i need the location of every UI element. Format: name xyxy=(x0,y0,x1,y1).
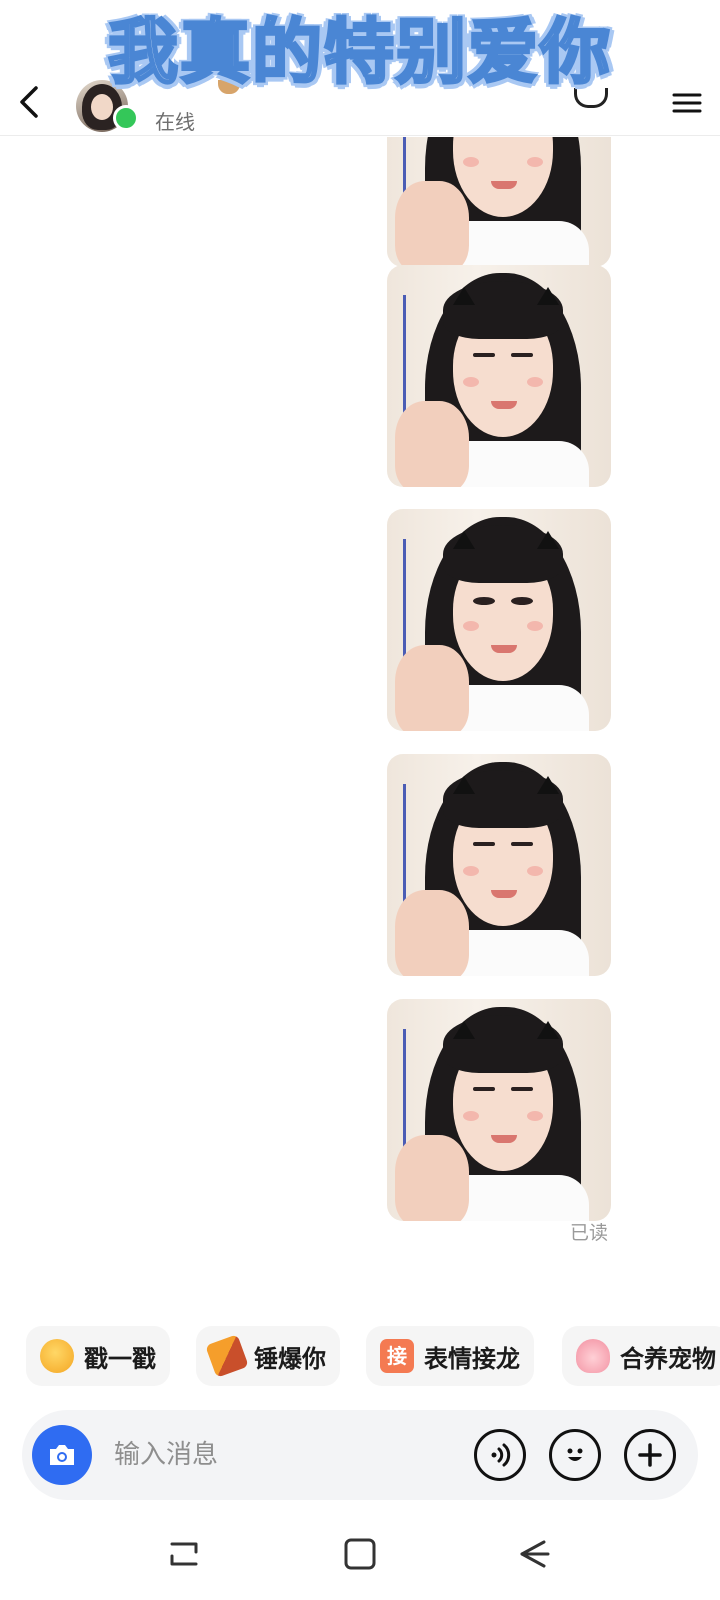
sticker-message[interactable] xyxy=(387,265,611,487)
smiley-icon xyxy=(567,1448,583,1461)
quick-action-pet[interactable]: 合养宠物 xyxy=(562,1326,720,1386)
camera-button[interactable] xyxy=(32,1425,92,1485)
sticker-message[interactable] xyxy=(387,999,611,1221)
online-status-text: 在线 xyxy=(155,110,195,134)
quick-action-poke[interactable]: 戳一戳 xyxy=(26,1326,170,1386)
recent-apps-icon[interactable] xyxy=(160,1530,208,1578)
quick-action-label: 锤爆你 xyxy=(254,1344,326,1373)
sticker-message[interactable] xyxy=(387,137,611,267)
quick-action-label: 戳一戳 xyxy=(84,1344,156,1373)
emoji-button[interactable] xyxy=(549,1429,601,1481)
read-receipt: 已读 xyxy=(570,1222,609,1244)
voice-icon xyxy=(491,1443,511,1467)
camera-icon xyxy=(50,1445,74,1465)
poke-emoji-icon xyxy=(40,1339,74,1373)
online-status-dot xyxy=(113,105,139,131)
pet-icon xyxy=(576,1339,610,1373)
home-icon[interactable] xyxy=(336,1530,384,1578)
quick-action-hammer[interactable]: 锤爆你 xyxy=(196,1326,340,1386)
jielong-icon: 接 xyxy=(380,1339,414,1373)
quick-action-label: 表情接龙 xyxy=(424,1344,520,1373)
sticker-message[interactable] xyxy=(387,509,611,731)
quick-action-bar[interactable]: 戳一戳 锤爆你 接 表情接龙 合养宠物 xyxy=(0,1326,720,1392)
quick-action-label: 合养宠物 xyxy=(620,1344,716,1373)
system-navigation-bar xyxy=(0,1510,720,1600)
overlay-caption: 我真的特别爱你 xyxy=(107,10,612,95)
message-input-bar xyxy=(22,1410,698,1500)
plus-icon xyxy=(638,1443,662,1467)
message-list[interactable] xyxy=(0,137,720,1287)
sticker-message[interactable] xyxy=(387,754,611,976)
hammer-icon xyxy=(205,1334,249,1378)
quick-action-sticker-relay[interactable]: 接 表情接龙 xyxy=(366,1326,534,1386)
back-nav-icon[interactable] xyxy=(508,1530,556,1578)
more-button[interactable] xyxy=(624,1429,676,1481)
voice-button[interactable] xyxy=(474,1429,526,1481)
message-input[interactable] xyxy=(114,1433,444,1477)
